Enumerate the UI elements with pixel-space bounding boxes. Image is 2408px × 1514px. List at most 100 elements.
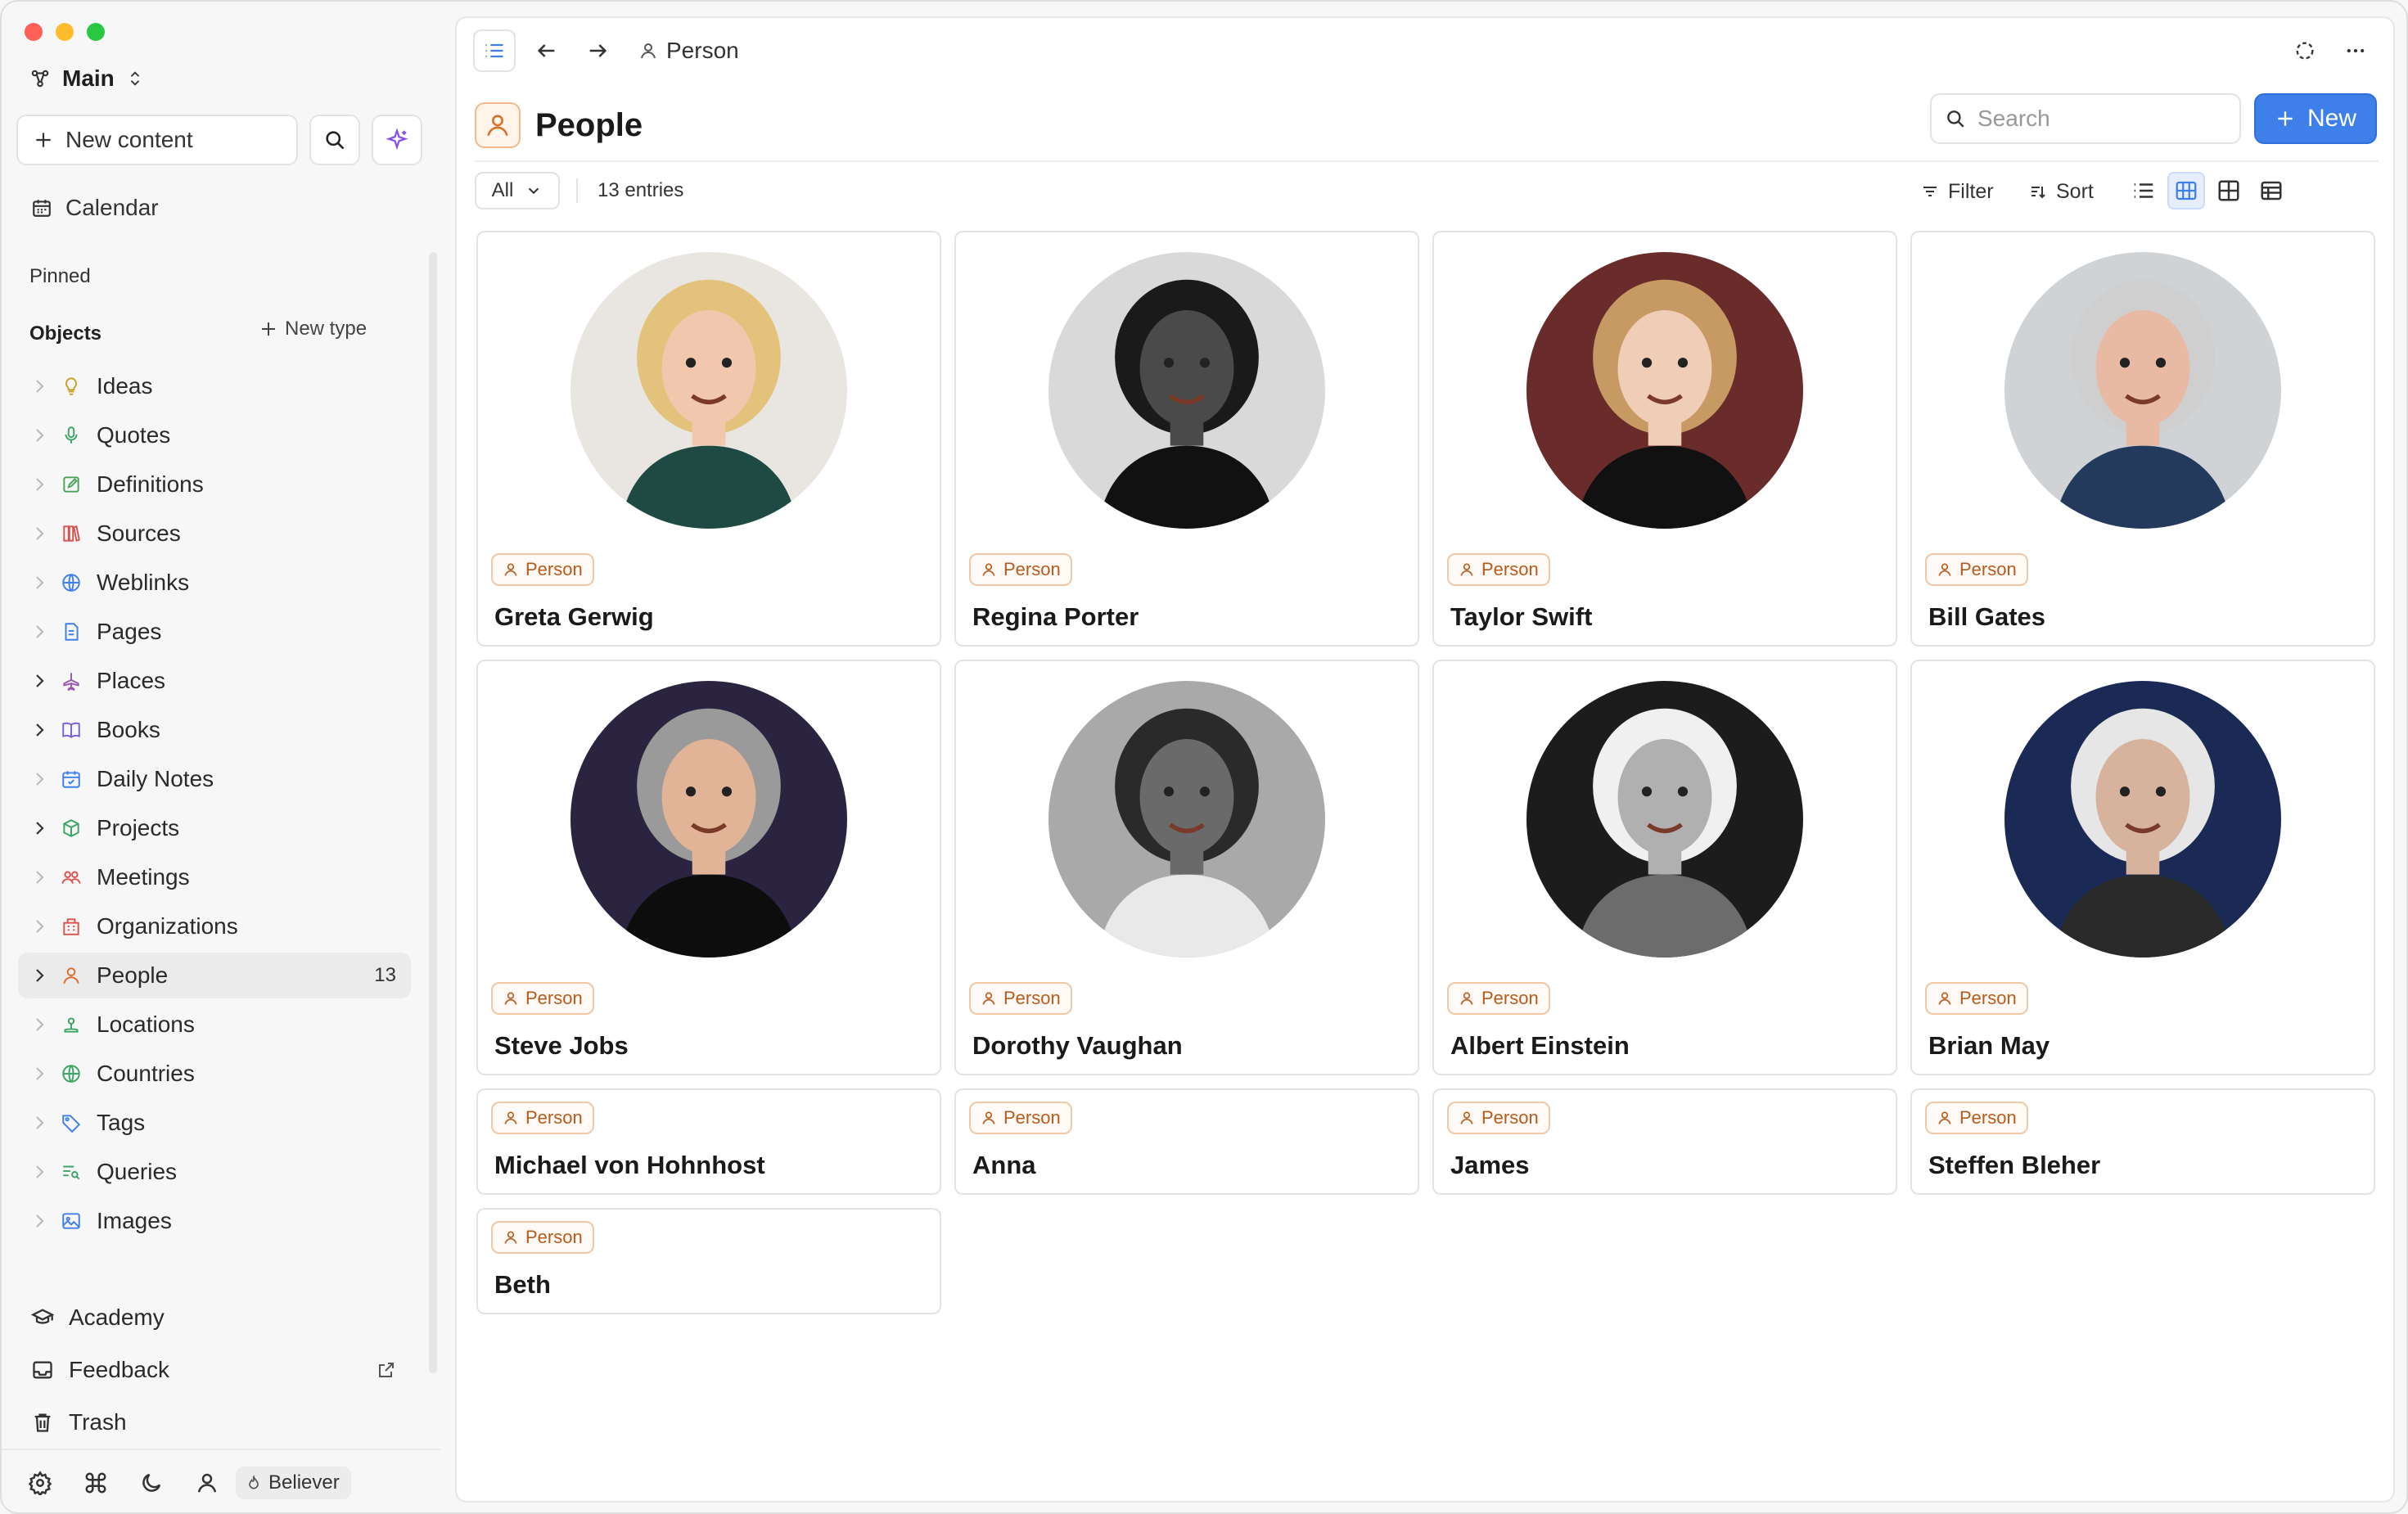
new-type-button[interactable]: New type bbox=[259, 318, 367, 340]
chevron-right-icon[interactable] bbox=[29, 1015, 49, 1034]
person-card[interactable]: Person Anna bbox=[954, 1088, 1419, 1195]
ai-assistant-button[interactable] bbox=[372, 115, 422, 165]
chevron-right-icon[interactable] bbox=[29, 475, 49, 494]
sidebar-item-tags[interactable]: Tags bbox=[18, 1100, 411, 1146]
sidebar-item-sources[interactable]: Sources bbox=[18, 511, 411, 556]
person-name: Anna bbox=[972, 1151, 1036, 1179]
type-badge: Person bbox=[969, 553, 1072, 586]
command-icon[interactable] bbox=[83, 1471, 108, 1495]
new-content-button[interactable]: New content bbox=[16, 115, 298, 165]
header-divider bbox=[475, 160, 2379, 162]
chevron-right-icon[interactable] bbox=[29, 1211, 49, 1231]
chevron-right-icon[interactable] bbox=[29, 524, 49, 543]
filter-button[interactable]: Filter bbox=[1920, 177, 1994, 206]
graduation-cap-icon bbox=[31, 1309, 54, 1324]
person-card[interactable]: Person Steffen Bleher bbox=[1910, 1088, 2375, 1195]
search-input[interactable]: Search bbox=[1930, 93, 2241, 144]
chevron-right-icon[interactable] bbox=[29, 867, 49, 887]
sync-button[interactable] bbox=[2284, 29, 2326, 72]
moon-icon[interactable] bbox=[139, 1471, 164, 1495]
chevron-right-icon[interactable] bbox=[29, 1064, 49, 1084]
workspace-switcher[interactable]: Main bbox=[29, 62, 144, 95]
person-card[interactable]: Person Dorothy Vaughan bbox=[954, 660, 1419, 1075]
person-name: Regina Porter bbox=[972, 602, 1139, 631]
scope-select[interactable]: All bbox=[475, 172, 560, 210]
sidebar-item-feedback[interactable]: Feedback bbox=[31, 1354, 396, 1386]
type-badge-label: Person bbox=[1959, 988, 2017, 1008]
sidebar-item-organizations[interactable]: Organizations bbox=[18, 903, 411, 949]
grid-view-button[interactable] bbox=[2210, 172, 2248, 210]
sidebar-item-quotes[interactable]: Quotes bbox=[18, 412, 411, 458]
list-view-button[interactable] bbox=[2125, 172, 2162, 210]
sidebar-item-trash[interactable]: Trash bbox=[31, 1406, 127, 1439]
close-window-button[interactable] bbox=[25, 23, 43, 41]
sidebar-item-calendar[interactable]: Calendar bbox=[31, 192, 159, 224]
chevron-right-icon[interactable] bbox=[29, 1113, 49, 1133]
chevron-right-icon[interactable] bbox=[29, 966, 49, 985]
person-card[interactable]: Person Michael von Hohnhost bbox=[476, 1088, 941, 1195]
chevron-right-icon[interactable] bbox=[29, 622, 49, 642]
chevron-right-icon[interactable] bbox=[29, 376, 49, 396]
minimize-window-button[interactable] bbox=[56, 23, 74, 41]
chevron-right-icon[interactable] bbox=[29, 1162, 49, 1182]
person-photo bbox=[2004, 681, 2281, 958]
sidebar-item-academy[interactable]: Academy bbox=[31, 1301, 165, 1334]
person-card[interactable]: Person Greta Gerwig bbox=[476, 231, 941, 647]
pinned-section-label: Pinned bbox=[29, 265, 91, 287]
sidebar-item-pages[interactable]: Pages bbox=[18, 609, 411, 655]
sidebar-item-projects[interactable]: Projects bbox=[18, 805, 411, 851]
arrow-right-icon bbox=[589, 44, 607, 57]
person-card[interactable]: Person Albert Einstein bbox=[1432, 660, 1897, 1075]
person-card[interactable]: Person Regina Porter bbox=[954, 231, 1419, 647]
table-view-button[interactable] bbox=[2252, 172, 2290, 210]
chevron-right-icon[interactable] bbox=[29, 720, 49, 740]
sidebar-item-locations[interactable]: Locations bbox=[18, 1002, 411, 1048]
flame-icon bbox=[249, 1475, 259, 1489]
scope-select-value: All bbox=[491, 179, 514, 201]
back-button[interactable] bbox=[525, 29, 568, 72]
chevron-right-icon[interactable] bbox=[29, 818, 49, 838]
more-options-button[interactable] bbox=[2334, 29, 2377, 72]
chevron-right-icon[interactable] bbox=[29, 917, 49, 936]
sort-button[interactable]: Sort bbox=[2028, 177, 2094, 206]
type-badge: Person bbox=[1925, 982, 2028, 1015]
breadcrumb[interactable]: Person bbox=[638, 34, 739, 67]
person-card[interactable]: Person Bill Gates bbox=[1910, 231, 2375, 647]
chevron-right-icon[interactable] bbox=[29, 573, 49, 593]
chevron-right-icon[interactable] bbox=[29, 426, 49, 445]
person-photo bbox=[570, 681, 847, 958]
sidebar-item-queries[interactable]: Queries bbox=[18, 1149, 411, 1195]
user-icon[interactable] bbox=[195, 1471, 219, 1495]
chevron-right-icon[interactable] bbox=[29, 671, 49, 691]
chevron-right-icon[interactable] bbox=[29, 769, 49, 789]
forward-button[interactable] bbox=[576, 29, 619, 72]
sidebar-item-books[interactable]: Books bbox=[18, 707, 411, 753]
sidebar-scrollbar[interactable] bbox=[429, 252, 437, 1373]
new-entry-button[interactable]: New bbox=[2254, 93, 2377, 144]
gear-icon[interactable] bbox=[28, 1471, 52, 1495]
sidebar-item-images[interactable]: Images bbox=[18, 1198, 411, 1244]
sidebar-item-ideas[interactable]: Ideas bbox=[18, 363, 411, 409]
person-card[interactable]: Person James bbox=[1432, 1088, 1897, 1195]
sidebar-item-weblinks[interactable]: Weblinks bbox=[18, 560, 411, 606]
person-card[interactable]: Person Beth bbox=[476, 1208, 941, 1314]
toggle-sidebar-button[interactable] bbox=[473, 29, 516, 72]
sidebar-item-meetings[interactable]: Meetings bbox=[18, 854, 411, 900]
person-card[interactable]: Person Taylor Swift bbox=[1432, 231, 1897, 647]
sidebar-item-people[interactable]: People 13 bbox=[18, 953, 411, 998]
search-button[interactable] bbox=[309, 115, 360, 165]
sidebar-item-definitions[interactable]: Definitions bbox=[18, 462, 411, 507]
card-view-button[interactable] bbox=[2167, 172, 2205, 210]
calendar-check-icon bbox=[62, 771, 80, 788]
workspace-name: Main bbox=[62, 65, 115, 91]
sidebar-item-countries[interactable]: Countries bbox=[18, 1051, 411, 1097]
type-badge-label: Person bbox=[1481, 1107, 1539, 1128]
person-card[interactable]: Person Steve Jobs bbox=[476, 660, 941, 1075]
person-card[interactable]: Person Brian May bbox=[1910, 660, 2375, 1075]
sidebar-item-daily-notes[interactable]: Daily Notes bbox=[18, 756, 411, 802]
type-badge: Person bbox=[1925, 1102, 2028, 1134]
zoom-window-button[interactable] bbox=[87, 23, 105, 41]
sidebar-item-places[interactable]: Places bbox=[18, 658, 411, 704]
filter-label: Filter bbox=[1948, 179, 1994, 203]
plan-badge[interactable]: Believer bbox=[236, 1467, 351, 1499]
